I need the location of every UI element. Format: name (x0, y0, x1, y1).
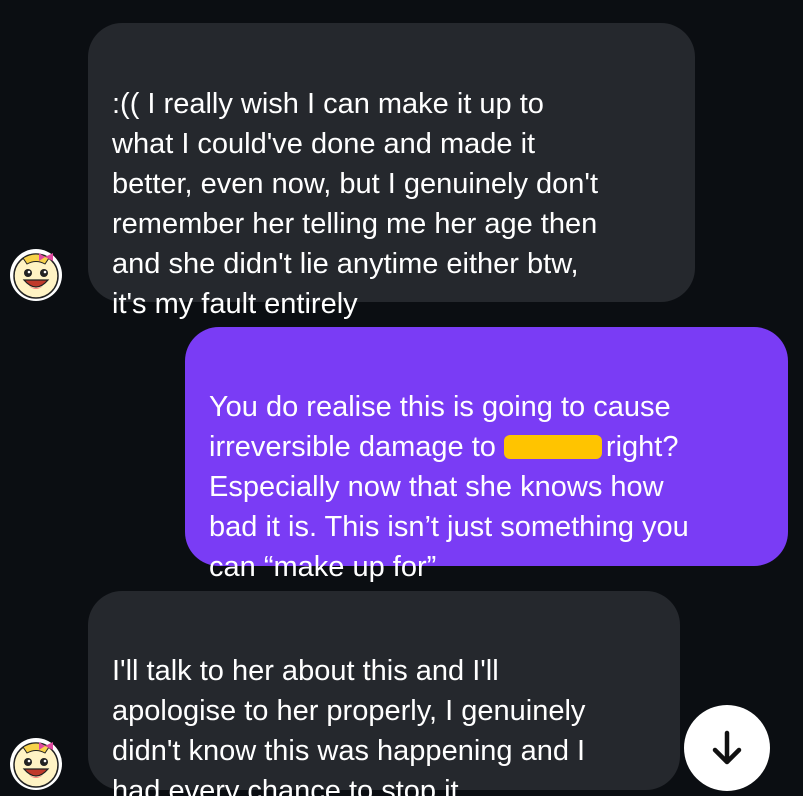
message-text: I'll talk to her about this and I'll apo… (112, 655, 586, 796)
arrow-down-icon (712, 730, 742, 765)
scroll-to-bottom-button[interactable] (684, 705, 770, 791)
message-text: :(( I really wish I can make it up to wh… (112, 88, 599, 320)
avatar[interactable] (9, 248, 63, 302)
avatar[interactable] (9, 737, 63, 791)
incoming-message-bubble[interactable]: :(( I really wish I can make it up to wh… (88, 23, 695, 320)
cartoon-face-avatar-icon (10, 738, 62, 790)
chat-thread: :(( I really wish I can make it up to wh… (0, 0, 803, 796)
redaction-mark (503, 435, 602, 459)
incoming-message-bubble[interactable]: I'll talk to her about this and I'll apo… (88, 591, 680, 796)
outgoing-message-bubble[interactable]: You do realise this is going to cause ir… (185, 327, 788, 583)
cartoon-face-avatar-icon (10, 249, 62, 301)
